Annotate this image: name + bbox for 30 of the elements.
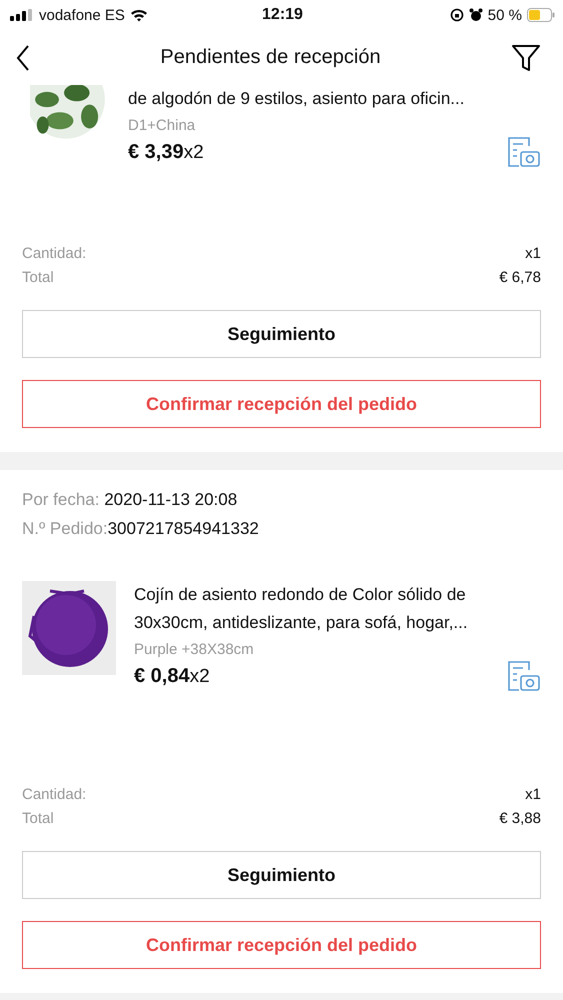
rotation-lock-icon: [450, 8, 464, 22]
product-price: € 3,39x2: [128, 140, 204, 164]
battery-icon: [526, 8, 555, 22]
signal-icon: [10, 9, 34, 21]
carrier-name: vodafone ES: [39, 6, 125, 24]
quantity-value: x1: [525, 786, 541, 803]
quantity-label: Cantidad:: [22, 786, 86, 803]
wifi-icon: [130, 8, 148, 22]
document-camera-icon[interactable]: [507, 136, 541, 168]
battery-percent: 50 %: [488, 6, 522, 24]
total-value: € 3,88: [499, 810, 541, 827]
clock-time: 12:19: [262, 6, 303, 24]
document-camera-icon[interactable]: [507, 660, 541, 692]
product-variant: Purple +38X38cm: [134, 641, 255, 658]
tracking-button[interactable]: Seguimiento: [22, 851, 541, 899]
order-date: Por fecha: 2020-11-13 20:08: [22, 490, 238, 510]
order-number: N.º Pedido:3007217854941332: [22, 519, 260, 539]
product-variant: D1+China: [128, 117, 196, 134]
quantity-value: x1: [525, 245, 541, 262]
product-title[interactable]: de algodón de 9 estilos, asiento para oficin...: [128, 85, 541, 113]
total-label: Total: [22, 269, 54, 286]
confirm-button[interactable]: Confirmar recepción del pedido: [22, 380, 541, 428]
total-value: € 6,78: [499, 269, 541, 286]
total-label: Total: [22, 810, 54, 827]
quantity-label: Cantidad:: [22, 245, 86, 262]
product-price: € 0,84x2: [134, 664, 210, 688]
product-title[interactable]: Cojín de asiento redondo de Color sólido de 30x30cm, antideslizante, para sofá, hogar,...: [134, 581, 541, 637]
tracking-button[interactable]: Seguimiento: [22, 310, 541, 358]
page-title: Pendientes de recepción: [160, 46, 381, 69]
confirm-button[interactable]: Confirmar recepción del pedido: [22, 921, 541, 969]
